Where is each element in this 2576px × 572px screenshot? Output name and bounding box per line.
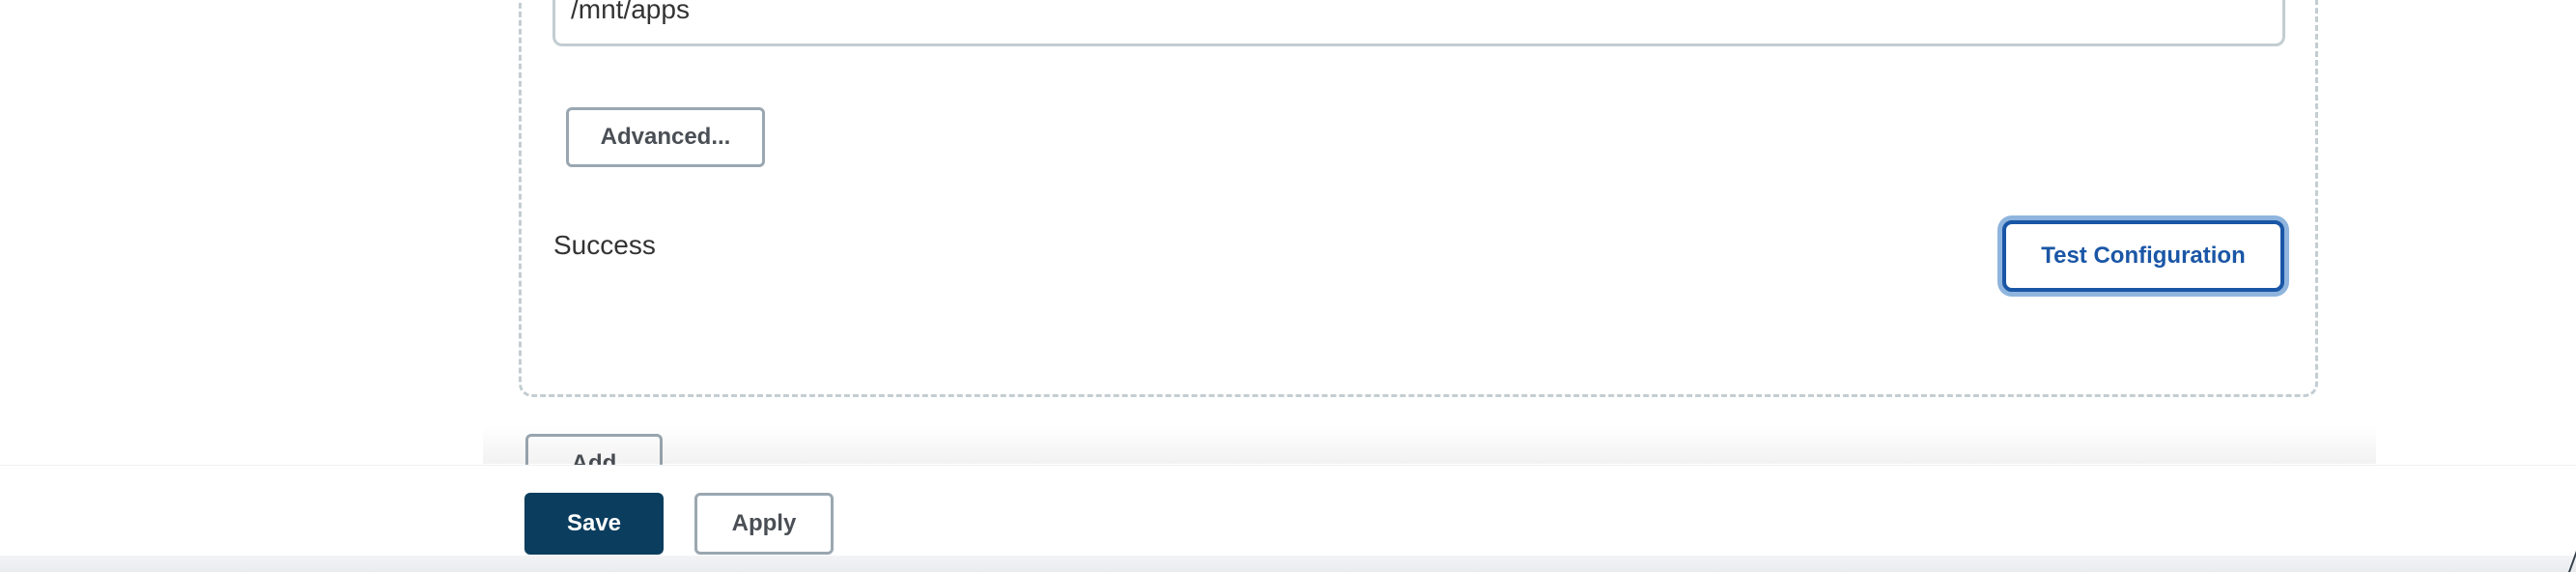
footer-shadow	[483, 425, 2376, 464]
test-configuration-button[interactable]: Test Configuration	[2002, 220, 2284, 292]
status-text: Success	[553, 230, 656, 260]
page: /mnt/apps Advanced... Success Test Confi…	[0, 0, 2576, 572]
path-input[interactable]: /mnt/apps	[552, 0, 2285, 46]
apply-button[interactable]: Apply	[694, 493, 834, 555]
advanced-button[interactable]: Advanced...	[566, 107, 765, 167]
footer-bottom-band	[0, 556, 2576, 572]
configuration-panel	[519, 0, 2318, 397]
save-button[interactable]: Save	[524, 493, 664, 555]
